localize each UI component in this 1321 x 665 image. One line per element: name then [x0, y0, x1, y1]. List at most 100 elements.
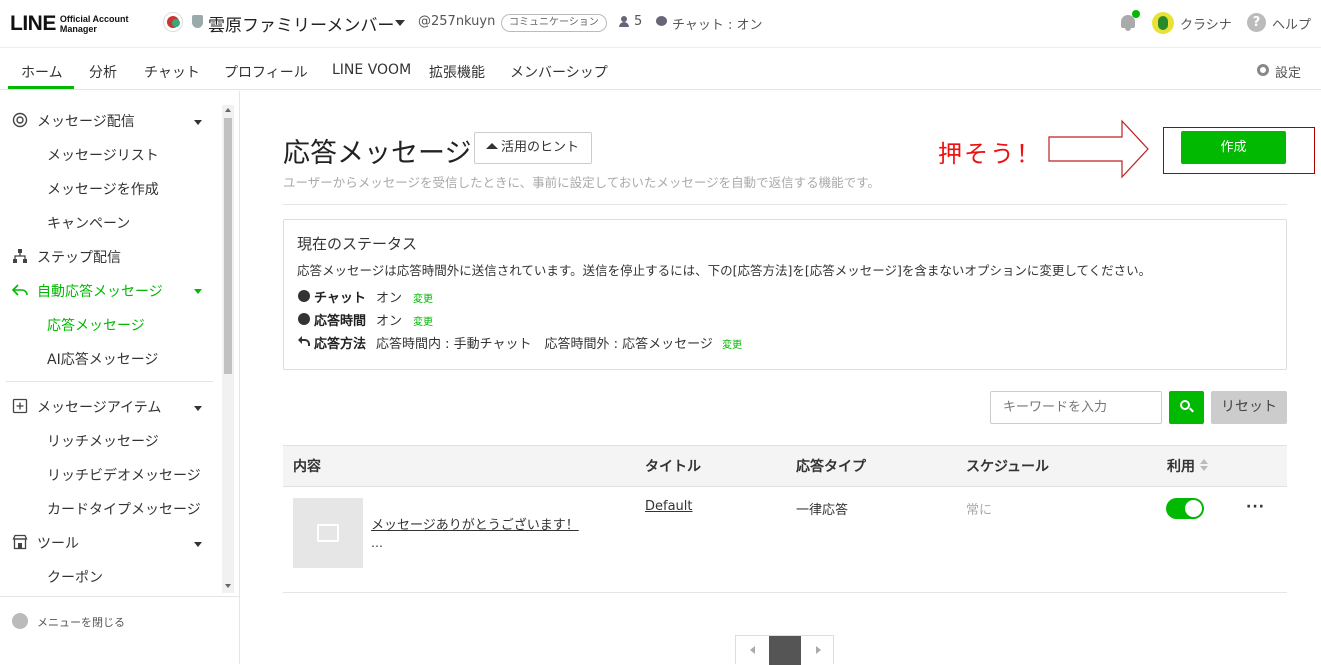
- sidebar-item-card-type[interactable]: カードタイプメッセージ: [47, 499, 201, 519]
- main-nav: ホーム 分析 チャット プロフィール LINE VOOM 拡張機能 メンバーシッ…: [0, 49, 1321, 90]
- sidebar-item-message-list[interactable]: メッセージリスト: [47, 145, 159, 165]
- account-dropdown-chevron-icon[interactable]: [395, 20, 405, 26]
- sidebar-section-tools[interactable]: ツール: [37, 533, 79, 553]
- scroll-up-arrow-icon[interactable]: [225, 108, 231, 112]
- change-hours-link[interactable]: 変更: [413, 313, 433, 328]
- help-icon[interactable]: ?: [1247, 13, 1266, 32]
- sidebar-scrollbar-thumb[interactable]: [224, 118, 232, 374]
- status-chat-value: オン: [376, 291, 403, 306]
- column-header-title: タイトル: [645, 459, 701, 475]
- enable-toggle[interactable]: [1166, 498, 1204, 519]
- line-oam-logo[interactable]: LINE Official Account Manager: [10, 12, 129, 36]
- status-method-value: 応答時間内 : 手動チャット 応答時間外 : 応答メッセージ: [376, 337, 713, 352]
- friends-icon: [618, 16, 630, 27]
- sidebar-item-response-message[interactable]: 応答メッセージ: [47, 315, 145, 335]
- scroll-down-arrow-icon[interactable]: [225, 584, 231, 588]
- message-content-ellipsis: …: [371, 536, 383, 550]
- next-page-icon[interactable]: [816, 646, 821, 654]
- page-description: ユーザーからメッセージを受信したときに、事前に設定しておいたメッセージを自動で返…: [283, 175, 880, 190]
- friends-count: 5: [634, 14, 643, 29]
- collapse-menu-icon[interactable]: [12, 613, 28, 629]
- header-divider: [283, 204, 1287, 205]
- settings-link[interactable]: 設定: [1275, 62, 1301, 81]
- status-hours-value: オン: [376, 314, 403, 329]
- chevron-down-icon[interactable]: [194, 289, 202, 294]
- reply-icon: [12, 284, 28, 296]
- sidebar-item-create-message[interactable]: メッセージを作成: [47, 179, 159, 199]
- notification-dot: [1132, 10, 1140, 18]
- sidebar-divider: [6, 381, 213, 382]
- sidebar-section-message-items[interactable]: メッセージアイテム: [37, 397, 161, 417]
- message-item-icon: [12, 398, 28, 414]
- keyword-search-input[interactable]: [990, 391, 1162, 424]
- response-type-cell: 一律応答: [796, 503, 849, 518]
- sidebar: [0, 91, 240, 664]
- schedule-cell: 常に: [966, 503, 993, 518]
- chevron-down-icon[interactable]: [194, 406, 202, 411]
- tool-icon: [12, 534, 28, 550]
- prev-page-icon[interactable]: [750, 646, 755, 654]
- message-thumbnail[interactable]: [293, 498, 363, 568]
- sidebar-section-step[interactable]: ステップ配信: [37, 247, 121, 267]
- chat-bubble-icon: [298, 290, 310, 302]
- help-link[interactable]: ヘルプ: [1272, 14, 1311, 33]
- nav-tab-membership[interactable]: メンバーシップ: [510, 62, 608, 82]
- gear-icon[interactable]: [1257, 64, 1269, 76]
- sidebar-item-coupon[interactable]: クーポン: [47, 567, 103, 587]
- top-bar: LINE Official Account Manager 雲原ファミリーメンバ…: [0, 0, 1321, 48]
- logo-subtitle-line-1: Official Account: [59, 14, 129, 24]
- account-avatar[interactable]: [163, 12, 183, 32]
- step-delivery-icon: [13, 249, 27, 263]
- current-page[interactable]: [769, 636, 801, 665]
- plan-badge: コミュニケーション: [501, 14, 607, 32]
- nav-tab-extensions[interactable]: 拡張機能: [429, 62, 485, 82]
- status-title: 現在のステータス: [297, 235, 418, 253]
- clock-icon: [298, 313, 310, 325]
- user-name[interactable]: クラシナ: [1180, 14, 1232, 33]
- sidebar-item-ai-response[interactable]: AI応答メッセージ: [47, 349, 158, 369]
- nav-tab-line-voom[interactable]: LINE VOOM: [332, 62, 411, 78]
- close-menu-button[interactable]: メニューを閉じる: [37, 614, 125, 630]
- sort-icon[interactable]: [1200, 459, 1208, 471]
- account-id: @257nkuyn: [418, 14, 496, 29]
- page-title: 応答メッセージ: [283, 138, 472, 169]
- chevron-down-icon[interactable]: [194, 542, 202, 547]
- nav-tab-analytics[interactable]: 分析: [89, 62, 117, 82]
- sidebar-item-rich-video[interactable]: リッチビデオメッセージ: [47, 465, 201, 485]
- nav-active-indicator: [8, 86, 74, 89]
- sidebar-section-broadcast[interactable]: メッセージ配信: [37, 111, 135, 131]
- nav-tab-chat[interactable]: チャット: [144, 62, 200, 82]
- sidebar-item-rich-message[interactable]: リッチメッセージ: [47, 431, 159, 451]
- column-header-response-type: 応答タイプ: [796, 459, 866, 475]
- change-chat-link[interactable]: 変更: [413, 290, 433, 305]
- nav-tab-profile[interactable]: プロフィール: [224, 62, 308, 82]
- nav-tab-home[interactable]: ホーム: [21, 62, 63, 82]
- pagination: [735, 635, 834, 665]
- logo-line-text: LINE: [10, 12, 56, 35]
- more-options-icon[interactable]: ···: [1246, 499, 1265, 515]
- status-hours-label: 応答時間: [314, 314, 367, 329]
- graduation-cap-icon: [486, 143, 498, 149]
- broadcast-icon: [12, 112, 28, 128]
- message-content-link[interactable]: メッセージありがとうございます！: [371, 514, 579, 533]
- status-description: 応答メッセージは応答時間外に送信されています。送信を停止するには、下の[応答方法…: [297, 263, 1152, 278]
- column-header-enabled[interactable]: 利用: [1167, 456, 1195, 476]
- account-name[interactable]: 雲原ファミリーメンバー: [208, 11, 394, 36]
- logo-subtitle: Official Account Manager: [60, 14, 129, 34]
- message-title-link[interactable]: Default: [645, 499, 693, 514]
- image-placeholder-icon: [317, 524, 339, 542]
- reset-button[interactable]: リセット: [1211, 391, 1287, 424]
- table-header: [283, 445, 1287, 487]
- create-button[interactable]: 作成: [1181, 131, 1286, 164]
- annotation-arrow-icon: [1048, 119, 1149, 179]
- change-method-link[interactable]: 変更: [722, 336, 742, 351]
- search-button[interactable]: [1169, 391, 1204, 424]
- chevron-down-icon[interactable]: [194, 120, 202, 125]
- sidebar-footer-divider: [0, 596, 240, 597]
- status-method-label: 応答方法: [314, 337, 367, 352]
- table-bottom-divider: [283, 592, 1287, 593]
- sidebar-section-auto-reply[interactable]: 自動応答メッセージ: [37, 281, 163, 301]
- user-avatar[interactable]: [1152, 12, 1174, 34]
- column-header-schedule: スケジュール: [966, 459, 1050, 475]
- sidebar-item-campaign[interactable]: キャンペーン: [47, 213, 130, 233]
